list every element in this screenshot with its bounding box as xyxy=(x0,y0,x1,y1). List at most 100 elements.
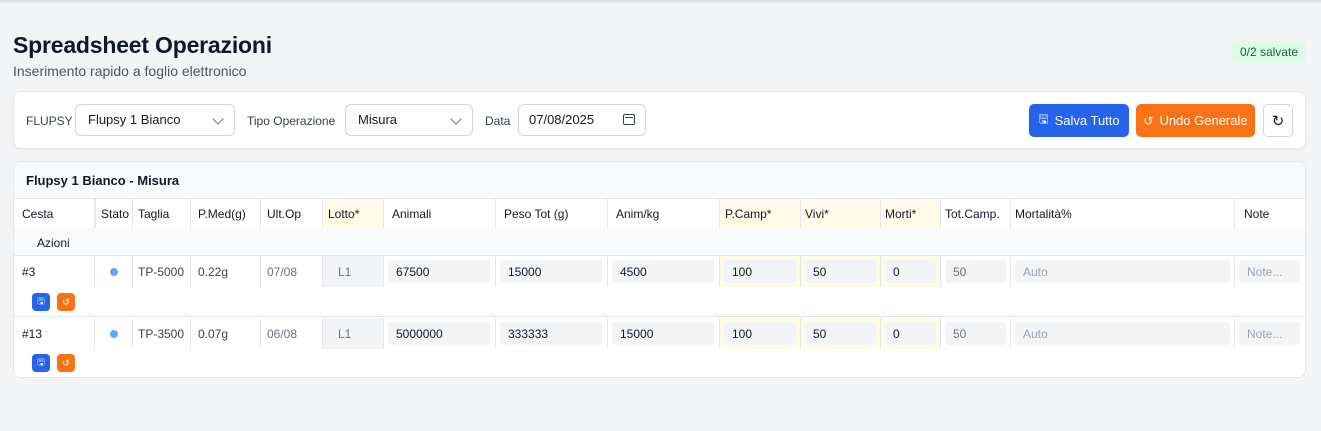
undo-icon: ↺ xyxy=(62,357,70,368)
undo-icon: ↺ xyxy=(62,296,70,307)
vivi-input[interactable]: 50 xyxy=(805,322,876,345)
note-input[interactable]: Note... xyxy=(1239,260,1300,283)
cell-animkg: 4500 xyxy=(608,256,720,287)
header-note: Note xyxy=(1244,206,1270,221)
page-header: Spreadsheet Operazioni Inserimento rapid… xyxy=(13,32,1306,79)
top-shadow xyxy=(0,0,1321,4)
header-pcamp: P.Camp* xyxy=(720,199,801,228)
spreadsheet-card: Flupsy 1 Bianco - Misura Cesta Stato Tag… xyxy=(13,161,1306,378)
cell-vivi: 50 xyxy=(801,318,881,349)
header-taglia: Taglia xyxy=(133,199,191,228)
row-actions: 🖫 ↺ xyxy=(14,287,1305,316)
save-all-label: Salva Tutto xyxy=(1054,113,1120,128)
tipo-operazione-select[interactable]: Misura xyxy=(345,104,473,136)
cell-morti: 0 xyxy=(881,318,941,349)
flupsy-label: FLUPSY xyxy=(26,114,73,128)
save-all-button[interactable]: 🖫 Salva Tutto xyxy=(1029,104,1129,137)
cell-morti: 0 xyxy=(881,256,941,287)
mortalita-field: Auto xyxy=(1015,322,1230,345)
anim-kg-input[interactable]: 4500 xyxy=(612,260,715,283)
flupsy-select-value: Flupsy 1 Bianco xyxy=(88,112,181,127)
header-azioni: Azioni xyxy=(37,236,70,250)
header-lotto: Lotto* xyxy=(323,199,384,228)
header-actions-row: Azioni xyxy=(14,228,1305,256)
cell-mortalita: Auto xyxy=(1011,318,1235,349)
cell-pesotot: 333333 xyxy=(496,318,608,349)
vivi-input[interactable]: 50 xyxy=(805,260,876,283)
status-dot-icon xyxy=(110,267,118,276)
cell-ultop: 06/08 xyxy=(261,318,323,349)
animali-input[interactable]: 5000000 xyxy=(388,322,491,345)
cell-pcamp: 100 xyxy=(720,256,801,287)
cell-totcamp: 50 xyxy=(941,318,1011,349)
saved-status-badge: 0/2 salvate xyxy=(1231,41,1306,63)
save-icon: 🖫 xyxy=(37,357,45,367)
header-mortalita: Mortalità% xyxy=(1011,199,1235,228)
peso-tot-input[interactable]: 15000 xyxy=(500,260,603,283)
save-icon: 🖫 xyxy=(1038,112,1049,126)
cell-note: Note... xyxy=(1235,318,1305,349)
cell-note: Note... xyxy=(1235,256,1305,287)
undo-all-label: Undo Generale xyxy=(1159,113,1248,128)
header-pmed: P.Med(g) xyxy=(191,199,261,228)
header-totcamp: Tot.Camp. xyxy=(941,199,1011,228)
p-camp-input[interactable]: 100 xyxy=(724,260,796,283)
cell-animali: 5000000 xyxy=(384,318,496,349)
tot-camp-field: 50 xyxy=(945,260,1006,283)
cell-lotto: L1 xyxy=(323,318,384,349)
row-divider xyxy=(14,316,1305,317)
header-stato: Stato xyxy=(95,199,133,228)
morti-input[interactable]: 0 xyxy=(885,322,936,345)
header-cesta: Cesta xyxy=(14,199,95,228)
mortalita-field: Auto xyxy=(1015,260,1230,283)
header-animali: Animali xyxy=(384,199,496,228)
date-value: 07/08/2025 xyxy=(529,112,595,127)
row-actions: 🖫 ↺ xyxy=(14,349,1305,377)
anim-kg-input[interactable]: 15000 xyxy=(612,322,715,345)
table-row: #13 TP-3500 0.07g 06/08 L1 5000000 33333… xyxy=(14,318,1305,349)
undo-icon: ↺ xyxy=(1143,113,1154,128)
header-vivi: Vivi* xyxy=(801,199,881,228)
refresh-button[interactable]: ↻ xyxy=(1263,104,1293,137)
flupsy-select[interactable]: Flupsy 1 Bianco xyxy=(75,104,235,136)
page-subtitle: Inserimento rapido a foglio elettronico xyxy=(13,63,247,79)
chevron-down-icon xyxy=(212,113,224,125)
cell-lotto: L1 xyxy=(323,256,384,287)
cell-animkg: 15000 xyxy=(608,318,720,349)
table-title: Flupsy 1 Bianco - Misura xyxy=(14,162,1305,199)
tot-camp-field: 50 xyxy=(945,322,1006,345)
table-header-row: Cesta Stato Taglia P.Med(g) Ult.Op Lotto… xyxy=(14,199,1305,228)
date-input[interactable]: 07/08/2025 xyxy=(518,104,646,136)
row-save-button[interactable]: 🖫 xyxy=(32,293,50,311)
header-animkg: Anim/kg xyxy=(608,199,720,228)
cell-totcamp: 50 xyxy=(941,256,1011,287)
peso-tot-input[interactable]: 333333 xyxy=(500,322,603,345)
status-dot-icon xyxy=(110,329,118,338)
cell-pesotot: 15000 xyxy=(496,256,608,287)
p-camp-input[interactable]: 100 xyxy=(724,322,796,345)
header-pesotot: Peso Tot (g) xyxy=(496,199,608,228)
cell-ultop: 07/08 xyxy=(261,256,323,287)
cell-pmed: 0.22g xyxy=(191,256,261,287)
cell-cesta: #13 xyxy=(14,318,95,349)
cell-mortalita: Auto xyxy=(1011,256,1235,287)
cell-pcamp: 100 xyxy=(720,318,801,349)
row-undo-button[interactable]: ↺ xyxy=(57,293,75,311)
row-save-button[interactable]: 🖫 xyxy=(32,354,50,372)
cell-vivi: 50 xyxy=(801,256,881,287)
cell-taglia: TP-5000 xyxy=(133,256,191,287)
header-ultop: Ult.Op xyxy=(261,199,323,228)
undo-all-button[interactable]: ↺ Undo Generale xyxy=(1136,104,1255,137)
morti-input[interactable]: 0 xyxy=(885,260,936,283)
note-input[interactable]: Note... xyxy=(1239,322,1300,345)
header-morti: Morti* xyxy=(881,199,941,228)
tipo-operazione-value: Misura xyxy=(358,112,398,127)
tipo-operazione-label: Tipo Operazione xyxy=(247,114,336,128)
data-label: Data xyxy=(485,114,511,128)
filters-toolbar: FLUPSY Flupsy 1 Bianco Tipo Operazione M… xyxy=(13,91,1306,149)
cell-animali: 67500 xyxy=(384,256,496,287)
animali-input[interactable]: 67500 xyxy=(388,260,491,283)
save-icon: 🖫 xyxy=(37,296,45,306)
row-undo-button[interactable]: ↺ xyxy=(57,354,75,372)
calendar-icon[interactable] xyxy=(623,114,635,125)
